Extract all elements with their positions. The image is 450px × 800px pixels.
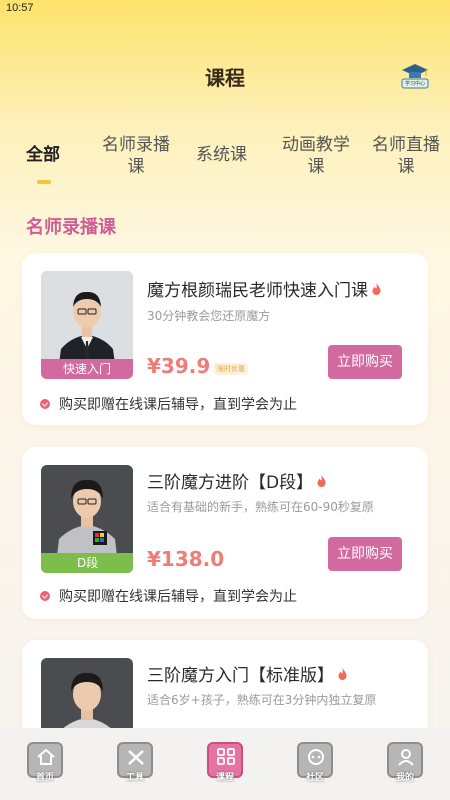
nav-course[interactable]: 课程 [207, 742, 243, 784]
bonus-note: 购买即赠在线课后辅导，直到学会为止 [40, 394, 297, 414]
course-card[interactable]: 快速入门 魔方根颜瑞民老师快速入门课 30分钟教会您还原魔方 ¥39.9 限时优… [22, 253, 428, 425]
study-center-label: 学习中心 [404, 81, 425, 87]
check-icon [40, 399, 50, 409]
tab-animation[interactable]: 动画教学课 [276, 134, 356, 178]
check-icon [40, 591, 50, 601]
course-badge: D段 [41, 553, 133, 573]
nav-community-label: 社区 [305, 773, 324, 783]
course-card[interactable]: D段 三阶魔方进阶【D段】 适合有基础的新手，熟练可在60-90秒复原 ¥138… [22, 447, 428, 619]
nav-home[interactable]: 首页 [27, 742, 63, 784]
course-title: 魔方根颜瑞民老师快速入门课 [147, 276, 381, 301]
bonus-note: 购买即赠在线课后辅导，直到学会为止 [40, 586, 297, 606]
nav-tools[interactable]: 工具 [117, 742, 153, 784]
tab-indicator [37, 180, 51, 184]
tab-animation-label: 动画教学课 [282, 135, 350, 177]
category-tabs: 全部 名师录播课 系统课 动画教学课 名师直播课 [0, 132, 450, 192]
course-subtitle: 30分钟教会您还原魔方 [147, 309, 271, 323]
buy-button[interactable]: 立即购买 [328, 537, 402, 571]
course-title: 三阶魔方进阶【D段】 [147, 468, 326, 493]
study-center-button[interactable]: 学习中心 [400, 62, 430, 92]
course-thumbnail: D段 [41, 465, 133, 573]
nav-course-label: 课程 [215, 773, 234, 783]
status-time: 10:57 [6, 2, 34, 14]
tab-teacher-recorded-label: 名师录播课 [102, 135, 170, 177]
course-price: ¥39.9 [147, 354, 211, 378]
nav-profile-label: 我的 [395, 773, 414, 783]
discount-tag: 限时优惠 [214, 363, 248, 375]
course-title-text: 魔方根颜瑞民老师快速入门课 [147, 281, 368, 301]
graduation-cap-icon [401, 64, 429, 89]
tab-system[interactable]: 系统课 [196, 144, 247, 166]
bonus-text: 购买即赠在线课后辅导，直到学会为止 [59, 589, 297, 605]
course-title-text: 三阶魔方进阶【D段】 [147, 473, 314, 493]
course-title-text: 三阶魔方入门【标准版】 [147, 666, 334, 686]
bonus-text: 购买即赠在线课后辅导，直到学会为止 [59, 397, 297, 413]
status-bar: 10:57 [0, 0, 450, 18]
course-badge: 快速入门 [41, 359, 133, 379]
fire-icon [317, 475, 326, 487]
section-title: 名师录播课 [26, 217, 116, 238]
nav-tools-label: 工具 [125, 773, 144, 783]
tab-teacher-live-label: 名师直播课 [372, 135, 440, 177]
fire-icon [338, 668, 347, 680]
buy-button[interactable]: 立即购买 [328, 345, 402, 379]
course-subtitle: 适合有基础的新手，熟练可在60-90秒复原 [147, 500, 374, 514]
course-title: 三阶魔方入门【标准版】 [147, 661, 347, 686]
course-price: ¥138.0 [147, 547, 225, 571]
tab-teacher-live[interactable]: 名师直播课 [366, 134, 446, 178]
course-thumbnail: 快速入门 [41, 271, 133, 379]
nav-community[interactable]: 社区 [297, 742, 333, 784]
tab-all[interactable]: 全部 [26, 144, 60, 166]
fire-icon [372, 283, 381, 295]
nav-home-label: 首页 [35, 773, 54, 783]
bottom-nav: 首页 工具 课程 社区 我的 [0, 728, 450, 800]
nav-profile[interactable]: 我的 [387, 742, 423, 784]
course-subtitle: 适合6岁+孩子，熟练可在3分钟内独立复原 [147, 693, 377, 707]
page-title: 课程 [205, 66, 245, 90]
tab-teacher-recorded[interactable]: 名师录播课 [96, 134, 176, 178]
